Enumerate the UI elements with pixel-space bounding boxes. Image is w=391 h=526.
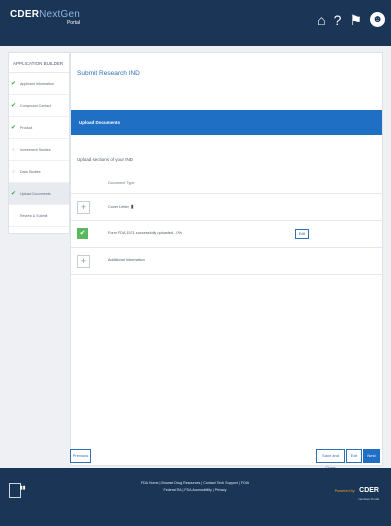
instructions-text: Upload sections of your IND	[77, 157, 134, 162]
edit-button[interactable]: Edit	[295, 229, 309, 239]
user-icon[interactable]: ☻	[370, 12, 385, 27]
document-row-form-1571: ✔ Form FDA 1571 successfully uploaded - …	[71, 220, 382, 247]
check-icon: ✔	[11, 191, 17, 197]
document-row-cover-letter: + Cover Letter ▮	[71, 193, 382, 220]
check-icon: ✔	[77, 228, 88, 239]
powered-brand: CDER	[359, 487, 379, 494]
page-footer: ▮▮ FDA Home | Browse Drug Resources | Co…	[0, 468, 391, 526]
add-icon[interactable]: +	[77, 201, 90, 214]
help-icon[interactable]: ?	[334, 13, 342, 27]
sidebar-title: APPLICATION BUILDER	[9, 53, 69, 73]
sidebar-item-label: Applicant Information	[20, 81, 54, 86]
section-header-bar: Upload Documents	[71, 110, 382, 135]
footer-links-line1[interactable]: FDA Home | Browse Drug Resources | Conta…	[130, 480, 260, 487]
sidebar-item-compound-contact[interactable]: ✔ Compound Contact	[9, 95, 69, 117]
powered-sub: NextGen Portal	[358, 497, 379, 501]
check-icon: ✔	[11, 125, 17, 131]
section-title: Upload Documents	[79, 120, 121, 125]
bell-icon[interactable]: ⚑	[349, 13, 362, 27]
footer-links[interactable]: FDA Home | Browse Drug Resources | Conta…	[130, 480, 260, 494]
sidebar-item-label: Product	[20, 125, 33, 130]
sidebar-item-upload-documents[interactable]: ✔ Upload Documents	[9, 183, 69, 205]
sidebar-item-investment-studies[interactable]: ○ Investment Studies	[9, 139, 69, 161]
document-row-additional-information: + Additional Information	[71, 247, 382, 275]
powered-by-logo: Powered by CDER NextGen Portal	[335, 479, 379, 501]
sidebar-item-label: Compound Contact	[20, 103, 51, 108]
circle-icon: ○	[11, 168, 16, 175]
logo-sub: Portal	[66, 20, 81, 26]
sidebar-item-label: Upload Documents	[20, 191, 51, 196]
circle-icon: ○	[11, 146, 16, 153]
check-icon: ✔	[11, 103, 17, 109]
document-type-header: Document Type	[108, 181, 135, 185]
logo-accent: NextGen	[39, 9, 81, 20]
document-label: Form FDA 1571 successfully uploaded - 0%	[108, 231, 182, 235]
main-panel: Submit Research IND Upload Documents Upl…	[70, 52, 383, 466]
next-button[interactable]: Next	[363, 449, 380, 463]
sidebar-item-label: Investment Studies	[20, 147, 51, 152]
fda-logo-icon: ▮▮	[20, 485, 26, 491]
sidebar-item-label: Review & Submit	[20, 213, 48, 218]
previous-button[interactable]: Previous	[70, 449, 91, 463]
footer-links-line2[interactable]: Federal RA | FDA Accessibility | Privacy	[130, 487, 260, 494]
home-icon[interactable]: ⌂	[317, 13, 325, 27]
exit-button[interactable]: Exit	[346, 449, 362, 463]
save-and-close-button[interactable]: Save and Close	[316, 449, 345, 470]
top-header: CDERNextGen Portal ⌂ ? ⚑ ☻	[0, 0, 391, 46]
sidebar-item-review-submit[interactable]: Review & Submit	[9, 205, 69, 227]
sidebar-item-applicant-information[interactable]: ✔ Applicant Information	[9, 73, 69, 95]
check-icon: ✔	[11, 81, 17, 87]
sidebar-item-product[interactable]: ✔ Product	[9, 117, 69, 139]
add-icon[interactable]: +	[77, 255, 90, 268]
powered-label: Powered by	[334, 489, 355, 493]
sidebar-item-data-studies[interactable]: ○ Data Studies	[9, 161, 69, 183]
document-label: Cover Letter	[108, 205, 129, 209]
page-title: Submit Research IND	[77, 70, 140, 77]
application-builder-sidebar: APPLICATION BUILDER ✔ Applicant Informat…	[8, 52, 70, 234]
document-icon: ▮	[130, 204, 134, 210]
logo-brand: CDER	[10, 9, 40, 20]
sidebar-item-label: Data Studies	[20, 169, 41, 174]
cder-nextgen-logo[interactable]: CDERNextGen Portal	[10, 10, 80, 26]
document-label: Additional Information	[108, 258, 145, 262]
